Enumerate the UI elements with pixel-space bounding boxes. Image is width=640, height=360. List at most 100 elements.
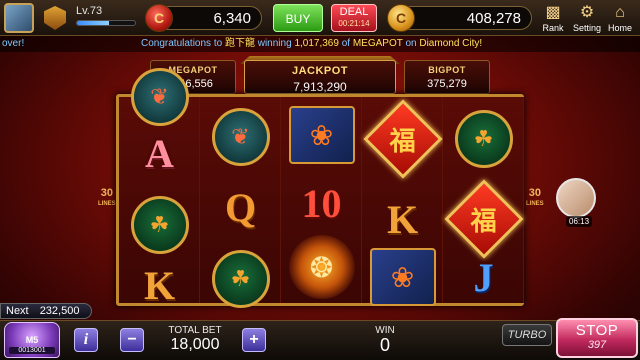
ticker-winning: winning — [257, 38, 292, 49]
plus-icon: + — [249, 331, 259, 348]
decrease-bet-button[interactable]: − — [120, 328, 144, 352]
symbol-k: K — [368, 189, 437, 249]
lines-count-left: 30 — [100, 187, 113, 199]
deal-timer: 00:21:14 — [338, 19, 370, 28]
increase-bet-button[interactable]: + — [242, 328, 266, 352]
symbol-koi-medal: ❦ — [206, 107, 275, 167]
ticker-left-text: over! — [2, 38, 25, 49]
symbol-dragon: ❂ — [287, 235, 356, 299]
reel-4: 福 K ❀ — [362, 97, 443, 306]
next-value: 232,500 — [39, 305, 80, 317]
home-icon: ⌂ — [615, 4, 625, 21]
next-label: Next — [6, 305, 29, 317]
symbol-a: A — [125, 123, 194, 183]
xp-progress-fill — [77, 21, 109, 25]
deal-button[interactable]: DEAL 00:21:14 — [331, 4, 377, 32]
symbol-tiger-medal: ☘ — [206, 249, 275, 309]
symbol-fortune-wild: 福 — [362, 99, 443, 179]
symbol-fortune-wild: 福 — [443, 179, 524, 259]
home-label: Home — [607, 23, 632, 33]
symbol-10: 10 — [287, 173, 356, 233]
coins-balance-value: 408,278 — [466, 9, 521, 27]
xp-progress-bar — [76, 20, 136, 26]
jackpot-value: 7,913,290 — [293, 80, 347, 94]
symbol-tiger-medal: ☘ — [125, 195, 194, 255]
bigpot-label: BIGPOT — [428, 65, 466, 75]
stop-label: STOP — [575, 322, 619, 339]
lines-indicator-left: 30 LINES — [98, 188, 116, 210]
ticker-of: of — [341, 38, 351, 49]
symbol-j-icon: J — [473, 254, 494, 300]
symbol-k: K — [125, 255, 194, 315]
ticker-message: Congratulations to 跑下龍 winning 1,017,369… — [141, 36, 482, 52]
symbol-k-icon: K — [143, 262, 176, 308]
total-bet-label: TOTAL BET — [168, 325, 222, 336]
news-ticker: over! Congratulations to 跑下龍 winning 1,0… — [0, 36, 640, 52]
vip-progress-text: 0013001 — [9, 347, 55, 354]
podium-icon: ▩ — [545, 4, 561, 21]
slot-reels: ❦ A ☘ K ❦ Q ☘ ❀ 10 ❂ 福 K ❀ ☘ 福 J — [116, 68, 524, 308]
reel-5: ☘ 福 J — [443, 97, 524, 303]
symbol-fish-medal-icon: ❦ — [130, 68, 189, 126]
side-player-time: 06:13 — [566, 216, 593, 227]
lines-count-right: 30 — [528, 187, 541, 199]
vip-level: M5 — [25, 335, 39, 345]
ticker-player-name: 跑下龍 — [224, 38, 255, 49]
symbol-k-icon: K — [386, 196, 419, 242]
symbol-dragon-icon: ❂ — [288, 235, 355, 299]
symbol-tiger-medal: ☘ — [449, 109, 518, 169]
info-button[interactable]: i — [74, 328, 98, 352]
ticker-on: on — [405, 38, 417, 49]
player-avatar[interactable] — [4, 3, 34, 33]
home-button[interactable]: ⌂ Home — [604, 3, 636, 33]
symbol-phoenix: ❀ — [368, 247, 437, 307]
deal-label: DEAL — [339, 6, 369, 18]
win-value: 0 — [379, 335, 390, 355]
info-icon: i — [83, 331, 89, 348]
reel-1: ❦ A ☘ K — [119, 68, 200, 308]
stop-button[interactable]: STOP 397 — [556, 318, 638, 358]
symbol-q-icon: Q — [224, 184, 257, 230]
lines-indicator-right: 30 LINES — [526, 188, 544, 210]
side-player-avatar[interactable] — [556, 178, 596, 218]
symbol-fish-medal: ❦ — [125, 67, 194, 127]
minus-icon: − — [127, 331, 137, 348]
coin-icon: C — [387, 4, 415, 32]
player-level: Lv.73 — [76, 5, 103, 17]
symbol-a-icon: A — [145, 130, 174, 176]
symbol-koi-medal-icon: ❦ — [211, 108, 270, 166]
jackpot-panel: JACKPOT 7,913,290 — [244, 60, 396, 94]
reel-2: ❦ Q ☘ — [200, 97, 281, 308]
vip-badge[interactable]: M5 0013001 — [4, 322, 60, 358]
symbol-fortune-wild-icon: 福 — [362, 99, 443, 179]
symbol-tiger-medal-icon: ☘ — [454, 110, 513, 168]
ticker-prize: MEGAPOT — [352, 38, 403, 49]
symbol-q: Q — [206, 177, 275, 237]
ticker-amount: 1,017,369 — [294, 38, 339, 49]
lines-label-right: LINES — [526, 201, 544, 207]
setting-button[interactable]: ⚙ Setting — [570, 3, 604, 33]
symbol-phoenix-icon: ❀ — [288, 106, 355, 164]
bigpot-panel: BIGPOT 375,279 — [404, 60, 490, 94]
chip-icon: C — [145, 4, 173, 32]
ticker-game: Diamond City! — [419, 38, 483, 49]
symbol-tiger-medal-icon: ☘ — [211, 250, 270, 308]
turbo-button[interactable]: TURBO — [502, 324, 552, 346]
lines-label-left: LINES — [98, 201, 116, 207]
buy-button[interactable]: BUY — [273, 4, 323, 32]
next-reward-box: Next 232,500 — [0, 303, 92, 319]
stop-count: 397 — [587, 339, 607, 351]
symbol-j: J — [449, 247, 518, 307]
reel-3: ❀ 10 ❂ — [281, 97, 362, 303]
rank-label: Rank — [542, 23, 564, 33]
chips-balance-value: 6,340 — [213, 9, 251, 27]
symbol-phoenix-icon: ❀ — [369, 248, 436, 306]
total-bet-value: 18,000 — [170, 336, 220, 353]
bigpot-value: 375,279 — [427, 78, 467, 90]
gear-icon: ⚙ — [579, 4, 595, 21]
rank-button[interactable]: ▩ Rank — [538, 3, 568, 33]
ticker-prefix: Congratulations to — [141, 38, 223, 49]
symbol-phoenix: ❀ — [287, 105, 356, 165]
jackpot-label: JACKPOT — [291, 65, 349, 77]
symbol-10-icon: 10 — [301, 180, 342, 226]
